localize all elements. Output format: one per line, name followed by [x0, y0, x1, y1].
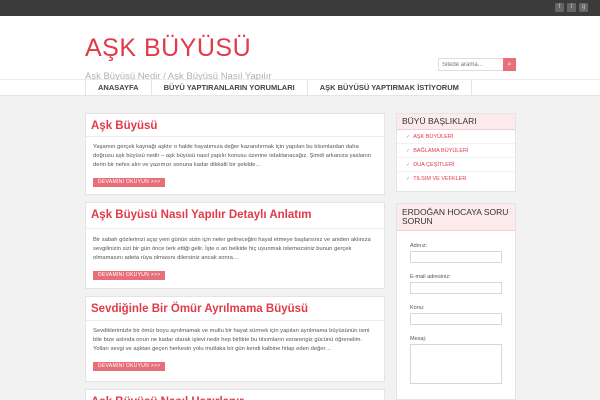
- post-excerpt: Yaşamın gerçek kaynağı aşktır o halde ha…: [93, 144, 372, 168]
- post-title[interactable]: Sevdiğinle Bir Ömür Ayrılmama Büyüsü: [86, 297, 384, 315]
- post-card: Aşk Büyüsü Nasıl Yapılır Detaylı Anlatım…: [85, 202, 385, 289]
- search-form: ⌕: [438, 58, 516, 71]
- subject-label: Konu:: [410, 305, 425, 311]
- categories-widget: BÜYÜ BAŞLIKLARI ✓ AŞK BÜYÜLERİ ✓ BAĞLAMA B…: [396, 113, 516, 192]
- check-icon: ✓: [406, 134, 411, 140]
- post-card: Sevdiğinle Bir Ömür Ayrılmama Büyüsü Sev…: [85, 296, 385, 382]
- message-field[interactable]: [410, 344, 502, 384]
- post-title[interactable]: Aşk Büyüsü Nasıl Hazırlanır: [86, 390, 384, 400]
- post-card: Aşk Büyüsü Nasıl Hazırlanır: [85, 389, 385, 400]
- post-excerpt: Sevdiklerimizle bir ömür boyu ayrılmamak…: [93, 328, 370, 352]
- post-excerpt: Bir sabah gözlerinizi açıp yeni günün si…: [93, 237, 371, 261]
- top-bar: f t g: [0, 0, 600, 16]
- search-input[interactable]: [439, 59, 503, 70]
- nav-item-home[interactable]: ANASAYFA: [86, 80, 152, 96]
- social-links: f t g: [555, 3, 588, 12]
- category-item[interactable]: ✓ BAĞLAMA BÜYÜLERİ: [397, 144, 515, 158]
- site-header: AŞK BÜYÜSÜ Aşk Büyüsü Nedir / Aşk Büyüsü…: [0, 16, 600, 82]
- widget-title: BÜYÜ BAŞLIKLARI: [397, 114, 515, 130]
- contact-widget: ERDOĞAN HOCAYA SORU SORUN Adınız: E-mail…: [396, 203, 516, 400]
- message-label: Mesaj:: [410, 336, 427, 342]
- widget-title: ERDOĞAN HOCAYA SORU SORUN: [397, 204, 515, 231]
- check-icon: ✓: [406, 162, 411, 168]
- category-label[interactable]: BAĞLAMA BÜYÜLERİ: [413, 148, 468, 154]
- category-item[interactable]: ✓ AŞK BÜYÜLERİ: [397, 130, 515, 144]
- email-field[interactable]: [410, 282, 502, 294]
- search-icon[interactable]: ⌕: [503, 58, 516, 71]
- category-item[interactable]: ✓ DUA ÇEŞİTLERİ: [397, 158, 515, 172]
- read-more-button[interactable]: DEVAMINI OKUYUN >>>: [93, 271, 166, 280]
- check-icon: ✓: [406, 148, 411, 154]
- read-more-button[interactable]: DEVAMINI OKUYUN >>>: [93, 362, 166, 371]
- subject-field[interactable]: [410, 313, 502, 325]
- facebook-icon[interactable]: f: [555, 3, 564, 12]
- main-nav: ANASAYFA BÜYÜ YAPTIRANLARIN YORUMLARI AŞ…: [0, 80, 600, 96]
- post-title[interactable]: Aşk Büyüsü: [86, 114, 384, 132]
- name-label: Adınız:: [410, 243, 428, 249]
- site-title[interactable]: AŞK BÜYÜSÜ: [85, 34, 251, 63]
- name-field[interactable]: [410, 251, 502, 263]
- post-title[interactable]: Aşk Büyüsü Nasıl Yapılır Detaylı Anlatım: [86, 203, 384, 221]
- category-label[interactable]: TILSIM VE VEFKLER: [413, 176, 466, 182]
- nav-item-reviews[interactable]: BÜYÜ YAPTIRANLARIN YORUMLARI: [152, 80, 308, 96]
- category-label[interactable]: DUA ÇEŞİTLERİ: [413, 162, 454, 168]
- post-card: Aşk Büyüsü Yaşamın gerçek kaynağı aşktır…: [85, 113, 385, 195]
- read-more-button[interactable]: DEVAMINI OKUYUN >>>: [93, 178, 166, 187]
- category-item[interactable]: ✓ TILSIM VE VEFKLER: [397, 172, 515, 186]
- googleplus-icon[interactable]: g: [579, 3, 588, 12]
- check-icon: ✓: [406, 176, 411, 182]
- twitter-icon[interactable]: t: [567, 3, 576, 12]
- nav-item-request[interactable]: AŞK BÜYÜSÜ YAPTIRMAK İSTİYORUM: [308, 80, 472, 96]
- category-label[interactable]: AŞK BÜYÜLERİ: [413, 134, 453, 140]
- email-label: E-mail adresiniz:: [410, 274, 451, 280]
